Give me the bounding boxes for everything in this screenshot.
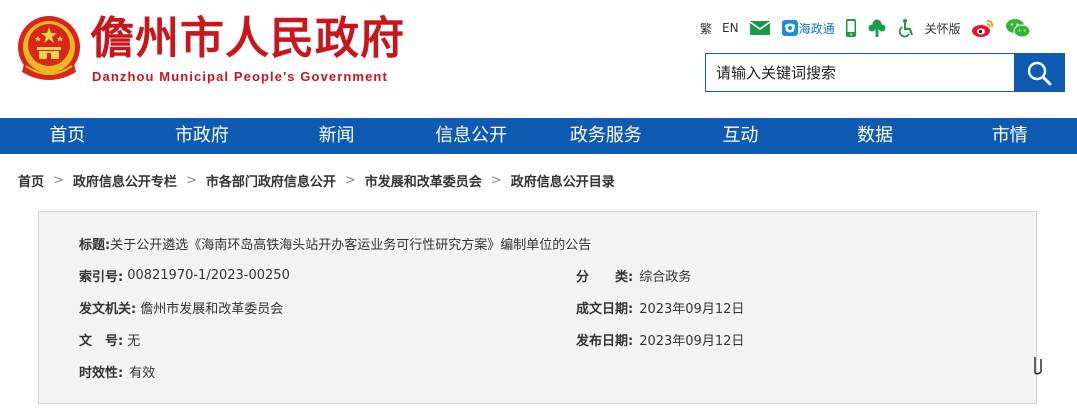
index-label: 索引号: (79, 269, 124, 285)
accessibility-link[interactable] (897, 18, 915, 38)
publish-date-value: 2023年09月12日 (639, 333, 745, 349)
breadcrumb-departments[interactable]: 市各部门政府信息公开 (206, 171, 336, 190)
haizhengtong-link[interactable]: 海政通 (781, 19, 835, 37)
info-row-publish-date: 发布日期: 2023年09月12日 (576, 329, 744, 349)
mail-link[interactable] (749, 20, 771, 36)
doc-no-value: 无 (127, 333, 141, 349)
info-row-written-date: 成文日期: 2023年09月12日 (576, 297, 744, 317)
mail-icon (749, 21, 771, 35)
tree-icon (868, 19, 886, 37)
info-row-validity: 时效性: 有效 (79, 361, 155, 381)
chevron-right-icon: > (53, 172, 64, 188)
main-nav: 首页 市政府 新闻 信息公开 政务服务 互动 数据 市情 (0, 118, 1077, 154)
index-value: 00821970-1/2023-00250 (127, 267, 290, 283)
site-subtitle: Danzhou Municipal People's Government (92, 69, 388, 84)
breadcrumb-disclosure-column[interactable]: 政府信息公开专栏 (73, 171, 177, 190)
nav-item-interaction[interactable]: 互动 (673, 118, 808, 154)
accessibility-icon (898, 19, 913, 38)
toolbar: 繁 EN 海政通 关怀版 (700, 14, 1041, 42)
site-header: 儋州市人民政府 Danzhou Municipal People's Gover… (0, 0, 1077, 118)
chevron-right-icon: > (490, 172, 502, 188)
search-bar (705, 53, 1065, 92)
traditional-chinese-link[interactable]: 繁 (700, 20, 712, 37)
breadcrumb-home[interactable]: 首页 (18, 171, 44, 190)
info-row-title: 标题: 关于公开遴选《海南环岛高铁海头站开办客运业务可行性研究方案》编制单位的公… (79, 233, 591, 253)
national-emblem-icon (18, 16, 80, 80)
search-input[interactable] (706, 54, 1014, 91)
validity-label: 时效性: (79, 365, 124, 381)
weibo-link[interactable] (971, 18, 995, 38)
tree-link[interactable] (867, 18, 887, 38)
wechat-link[interactable] (1005, 18, 1031, 38)
validity-value: 有效 (129, 365, 156, 381)
mobile-icon (845, 19, 856, 37)
english-link[interactable]: EN (722, 21, 739, 35)
info-row-index: 索引号: 00821970-1/2023-00250 (79, 265, 290, 285)
haizhengtong-label: 海政通 (798, 21, 835, 36)
nav-item-information-disclosure[interactable]: 信息公开 (404, 118, 539, 154)
wechat-icon (1005, 19, 1031, 38)
mobile-link[interactable] (845, 18, 857, 38)
written-date-label: 成文日期: (576, 301, 634, 317)
cursor-icon (1034, 357, 1042, 375)
chevron-right-icon: > (344, 172, 356, 188)
publish-date-label: 发布日期: (576, 333, 634, 349)
nav-item-news[interactable]: 新闻 (269, 118, 404, 154)
written-date-value: 2023年09月12日 (639, 301, 745, 317)
category-label: 分 类: (576, 269, 634, 285)
chevron-right-icon: > (185, 172, 197, 188)
category-value: 综合政务 (639, 269, 692, 285)
breadcrumb: 首页 > 政府信息公开专栏 > 市各部门政府信息公开 > 市发展和改革委员会 >… (18, 166, 615, 194)
issuer-value: 儋州市发展和改革委员会 (140, 301, 284, 317)
doc-no-label: 文 号: (79, 333, 124, 349)
nav-item-city-profile[interactable]: 市情 (942, 118, 1077, 154)
nav-item-municipal-government[interactable]: 市政府 (135, 118, 270, 154)
info-row-issuer: 发文机关: 儋州市发展和改革委员会 (79, 297, 283, 317)
weibo-icon (971, 20, 993, 37)
care-mode-link[interactable]: 关怀版 (925, 20, 961, 37)
issuer-label: 发文机关: (79, 301, 137, 317)
site-title: 儋州市人民政府 (90, 13, 405, 64)
haizhengtong-icon (781, 20, 798, 36)
nav-item-home[interactable]: 首页 (0, 118, 135, 154)
title-value: 关于公开遴选《海南环岛高铁海头站开办客运业务可行性研究方案》编制单位的公告 (110, 237, 592, 253)
breadcrumb-ndrc[interactable]: 市发展和改革委员会 (365, 171, 482, 190)
info-row-doc-no: 文 号: 无 (79, 329, 140, 349)
search-button[interactable] (1014, 54, 1064, 91)
title-label: 标题: (79, 237, 111, 253)
breadcrumb-catalog[interactable]: 政府信息公开目录 (511, 171, 615, 190)
nav-item-government-services[interactable]: 政务服务 (539, 118, 674, 154)
info-row-category: 分 类: 综合政务 (576, 265, 691, 285)
document-info-box: 标题: 关于公开遴选《海南环岛高铁海头站开办客运业务可行性研究方案》编制单位的公… (38, 211, 1037, 404)
nav-item-data[interactable]: 数据 (808, 118, 943, 154)
search-icon (1027, 61, 1052, 85)
